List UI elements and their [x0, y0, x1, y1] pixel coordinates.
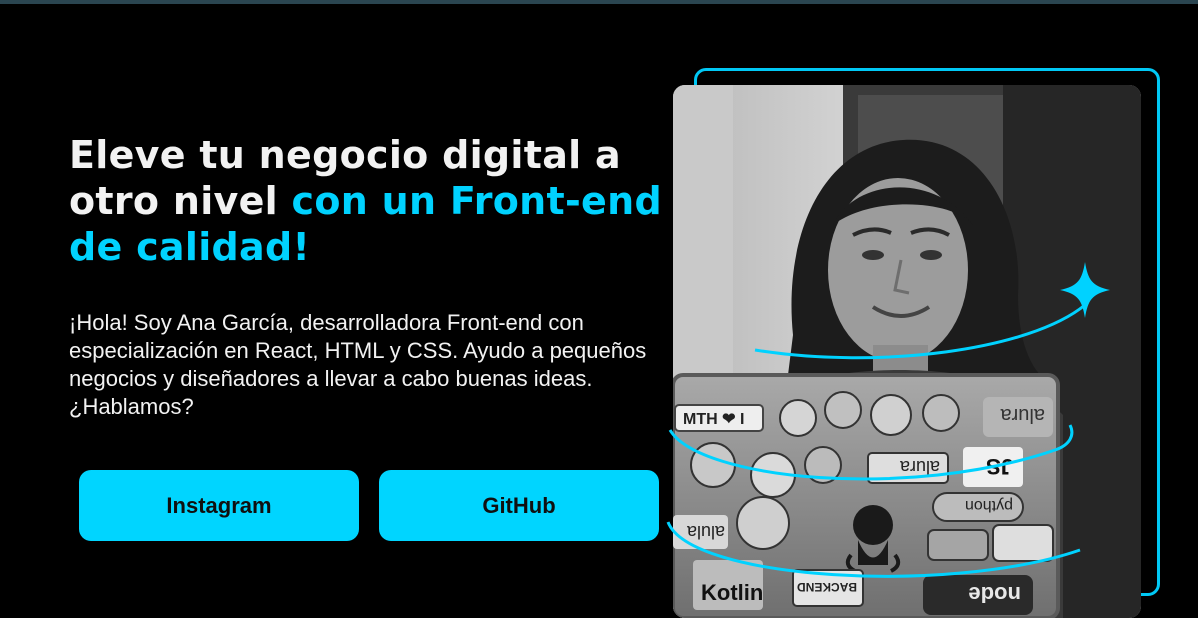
sticker-text: alula	[686, 522, 725, 542]
hero-intro-text: ¡Hola! Soy Ana García, desarrolladora Fr…	[69, 310, 647, 419]
profile-photo: MTH ❤ I alura alura JS python alula Kotl…	[673, 85, 1141, 618]
hero-page: Eleve tu negocio digital a otro nivel co…	[0, 0, 1198, 618]
hero-headline: Eleve tu negocio digital a otro nivel co…	[69, 132, 669, 270]
sticker-text: JS	[986, 454, 1013, 479]
sticker-text: alura	[1000, 404, 1045, 426]
sticker-text: MTH ❤ I	[683, 411, 744, 428]
sticker-text: Kotlin	[701, 580, 763, 605]
profile-photo-illustration: MTH ❤ I alura alura JS python alula Kotl…	[673, 85, 1141, 618]
instagram-button[interactable]: Instagram	[79, 470, 359, 541]
sticker-text: node	[968, 582, 1021, 607]
sticker-text: alura	[899, 457, 940, 477]
sticker-text: BACKEND	[797, 580, 857, 594]
sticker-text: python	[965, 497, 1013, 514]
top-border	[0, 0, 1198, 4]
github-button[interactable]: GitHub	[379, 470, 659, 541]
